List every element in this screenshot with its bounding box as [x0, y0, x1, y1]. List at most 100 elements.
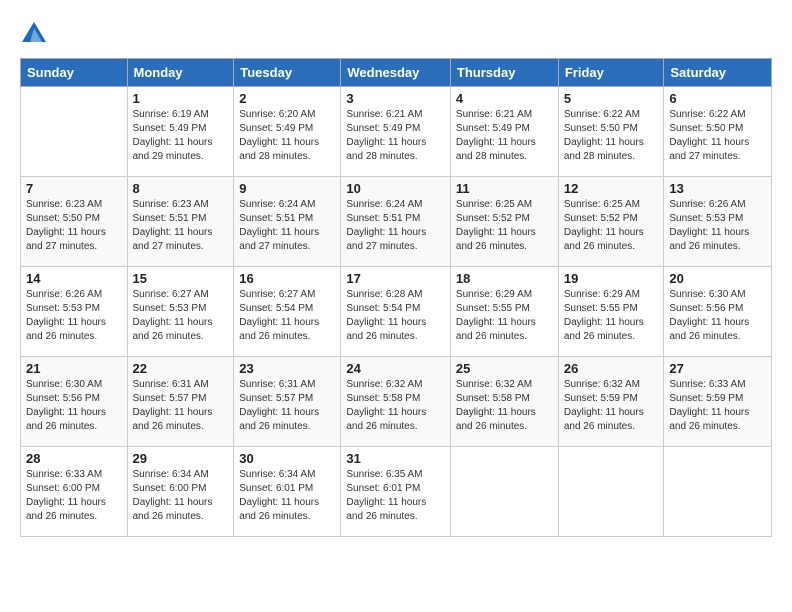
weekday-header-sunday: Sunday — [21, 59, 128, 87]
day-info: Sunrise: 6:26 AMSunset: 5:53 PMDaylight:… — [26, 288, 122, 344]
calendar-day-cell: 20 Sunrise: 6:30 AMSunset: 5:56 PMDayligh… — [664, 267, 772, 357]
day-number: 31 — [346, 451, 445, 466]
calendar-day-cell: 13 Sunrise: 6:26 AMSunset: 5:53 PMDayligh… — [664, 177, 772, 267]
day-number: 4 — [456, 91, 553, 106]
calendar-day-cell — [21, 87, 128, 177]
day-info: Sunrise: 6:24 AMSunset: 5:51 PMDaylight:… — [346, 198, 445, 254]
calendar-day-cell: 16 Sunrise: 6:27 AMSunset: 5:54 PMDayligh… — [234, 267, 341, 357]
calendar-week-row: 28Sunrise: 6:33 AMSunset: 6:00 PMDayligh… — [21, 447, 772, 537]
calendar-day-cell — [664, 447, 772, 537]
day-number: 24 — [346, 361, 445, 376]
weekday-header-saturday: Saturday — [664, 59, 772, 87]
day-number: 2 — [239, 91, 335, 106]
day-number: 10 — [346, 181, 445, 196]
calendar-day-cell: 8 Sunrise: 6:23 AMSunset: 5:51 PMDaylight… — [127, 177, 234, 267]
day-number: 30 — [239, 451, 335, 466]
day-info: Sunrise: 6:34 AMSunset: 6:01 PMDaylight:… — [239, 468, 335, 524]
calendar-day-cell: 21 Sunrise: 6:30 AMSunset: 5:56 PMDayligh… — [21, 357, 128, 447]
calendar-day-cell: 5 Sunrise: 6:22 AMSunset: 5:50 PMDaylight… — [558, 87, 664, 177]
day-info: Sunrise: 6:24 AMSunset: 5:51 PMDaylight:… — [239, 198, 335, 254]
calendar-day-cell: 27Sunrise: 6:33 AMSunset: 5:59 PMDayligh… — [664, 357, 772, 447]
day-number: 22 — [133, 361, 229, 376]
day-number: 9 — [239, 181, 335, 196]
day-number: 5 — [564, 91, 659, 106]
day-number: 25 — [456, 361, 553, 376]
calendar-day-cell: 6 Sunrise: 6:22 AMSunset: 5:50 PMDaylight… — [664, 87, 772, 177]
calendar-day-cell: 19Sunrise: 6:29 AMSunset: 5:55 PMDayligh… — [558, 267, 664, 357]
day-number: 11 — [456, 181, 553, 196]
calendar-week-row: 14Sunrise: 6:26 AMSunset: 5:53 PMDayligh… — [21, 267, 772, 357]
calendar-week-row: 7 Sunrise: 6:23 AMSunset: 5:50 PMDaylight… — [21, 177, 772, 267]
day-number: 18 — [456, 271, 553, 286]
day-number: 3 — [346, 91, 445, 106]
day-info: Sunrise: 6:30 AMSunset: 5:56 PMDaylight:… — [669, 288, 766, 344]
day-info: Sunrise: 6:25 AMSunset: 5:52 PMDaylight:… — [456, 198, 553, 254]
calendar-day-cell: 24Sunrise: 6:32 AMSunset: 5:58 PMDayligh… — [341, 357, 451, 447]
calendar-day-cell: 31 Sunrise: 6:35 AMSunset: 6:01 PMDayligh… — [341, 447, 451, 537]
calendar-day-cell: 3 Sunrise: 6:21 AMSunset: 5:49 PMDaylight… — [341, 87, 451, 177]
day-info: Sunrise: 6:32 AMSunset: 5:58 PMDaylight:… — [456, 378, 553, 434]
day-number: 16 — [239, 271, 335, 286]
calendar-day-cell: 30 Sunrise: 6:34 AMSunset: 6:01 PMDayligh… — [234, 447, 341, 537]
day-number: 7 — [26, 181, 122, 196]
day-info: Sunrise: 6:22 AMSunset: 5:50 PMDaylight:… — [669, 108, 766, 164]
calendar-week-row: 1 Sunrise: 6:19 AMSunset: 5:49 PMDaylight… — [21, 87, 772, 177]
day-number: 29 — [133, 451, 229, 466]
day-info: Sunrise: 6:25 AMSunset: 5:52 PMDaylight:… — [564, 198, 659, 254]
day-number: 8 — [133, 181, 229, 196]
calendar-day-cell: 17Sunrise: 6:28 AMSunset: 5:54 PMDayligh… — [341, 267, 451, 357]
day-info: Sunrise: 6:21 AMSunset: 5:49 PMDaylight:… — [456, 108, 553, 164]
weekday-header-friday: Friday — [558, 59, 664, 87]
day-info: Sunrise: 6:19 AMSunset: 5:49 PMDaylight:… — [133, 108, 229, 164]
calendar-day-cell: 9 Sunrise: 6:24 AMSunset: 5:51 PMDaylight… — [234, 177, 341, 267]
calendar-day-cell: 26 Sunrise: 6:32 AMSunset: 5:59 PMDayligh… — [558, 357, 664, 447]
day-number: 13 — [669, 181, 766, 196]
day-number: 12 — [564, 181, 659, 196]
day-info: Sunrise: 6:35 AMSunset: 6:01 PMDaylight:… — [346, 468, 445, 524]
calendar-day-cell: 15 Sunrise: 6:27 AMSunset: 5:53 PMDayligh… — [127, 267, 234, 357]
day-number: 28 — [26, 451, 122, 466]
weekday-header-tuesday: Tuesday — [234, 59, 341, 87]
day-number: 6 — [669, 91, 766, 106]
day-number: 17 — [346, 271, 445, 286]
calendar-day-cell: 23 Sunrise: 6:31 AMSunset: 5:57 PMDayligh… — [234, 357, 341, 447]
day-info: Sunrise: 6:29 AMSunset: 5:55 PMDaylight:… — [456, 288, 553, 344]
day-number: 1 — [133, 91, 229, 106]
day-info: Sunrise: 6:23 AMSunset: 5:51 PMDaylight:… — [133, 198, 229, 254]
day-info: Sunrise: 6:34 AMSunset: 6:00 PMDaylight:… — [133, 468, 229, 524]
calendar-day-cell: 11 Sunrise: 6:25 AMSunset: 5:52 PMDayligh… — [450, 177, 558, 267]
day-info: Sunrise: 6:20 AMSunset: 5:49 PMDaylight:… — [239, 108, 335, 164]
day-info: Sunrise: 6:27 AMSunset: 5:54 PMDaylight:… — [239, 288, 335, 344]
day-number: 26 — [564, 361, 659, 376]
day-info: Sunrise: 6:23 AMSunset: 5:50 PMDaylight:… — [26, 198, 122, 254]
calendar-day-cell: 22Sunrise: 6:31 AMSunset: 5:57 PMDayligh… — [127, 357, 234, 447]
calendar-day-cell: 12 Sunrise: 6:25 AMSunset: 5:52 PMDayligh… — [558, 177, 664, 267]
day-info: Sunrise: 6:33 AMSunset: 5:59 PMDaylight:… — [669, 378, 766, 434]
day-info: Sunrise: 6:32 AMSunset: 5:59 PMDaylight:… — [564, 378, 659, 434]
calendar-day-cell: 14Sunrise: 6:26 AMSunset: 5:53 PMDayligh… — [21, 267, 128, 357]
calendar-day-cell: 29 Sunrise: 6:34 AMSunset: 6:00 PMDayligh… — [127, 447, 234, 537]
weekday-header-monday: Monday — [127, 59, 234, 87]
day-number: 20 — [669, 271, 766, 286]
calendar-week-row: 21 Sunrise: 6:30 AMSunset: 5:56 PMDayligh… — [21, 357, 772, 447]
logo-icon — [20, 20, 48, 48]
calendar-table: SundayMondayTuesdayWednesdayThursdayFrid… — [20, 58, 772, 537]
day-number: 15 — [133, 271, 229, 286]
calendar-day-cell: 25 Sunrise: 6:32 AMSunset: 5:58 PMDayligh… — [450, 357, 558, 447]
day-number: 21 — [26, 361, 122, 376]
calendar-day-cell: 7 Sunrise: 6:23 AMSunset: 5:50 PMDaylight… — [21, 177, 128, 267]
day-info: Sunrise: 6:21 AMSunset: 5:49 PMDaylight:… — [346, 108, 445, 164]
page-header — [20, 20, 772, 48]
day-info: Sunrise: 6:29 AMSunset: 5:55 PMDaylight:… — [564, 288, 659, 344]
day-number: 23 — [239, 361, 335, 376]
calendar-day-cell: 10 Sunrise: 6:24 AMSunset: 5:51 PMDayligh… — [341, 177, 451, 267]
weekday-header-row: SundayMondayTuesdayWednesdayThursdayFrid… — [21, 59, 772, 87]
calendar-day-cell — [558, 447, 664, 537]
day-info: Sunrise: 6:30 AMSunset: 5:56 PMDaylight:… — [26, 378, 122, 434]
day-info: Sunrise: 6:22 AMSunset: 5:50 PMDaylight:… — [564, 108, 659, 164]
weekday-header-thursday: Thursday — [450, 59, 558, 87]
day-info: Sunrise: 6:27 AMSunset: 5:53 PMDaylight:… — [133, 288, 229, 344]
calendar-day-cell — [450, 447, 558, 537]
day-info: Sunrise: 6:31 AMSunset: 5:57 PMDaylight:… — [239, 378, 335, 434]
day-info: Sunrise: 6:26 AMSunset: 5:53 PMDaylight:… — [669, 198, 766, 254]
